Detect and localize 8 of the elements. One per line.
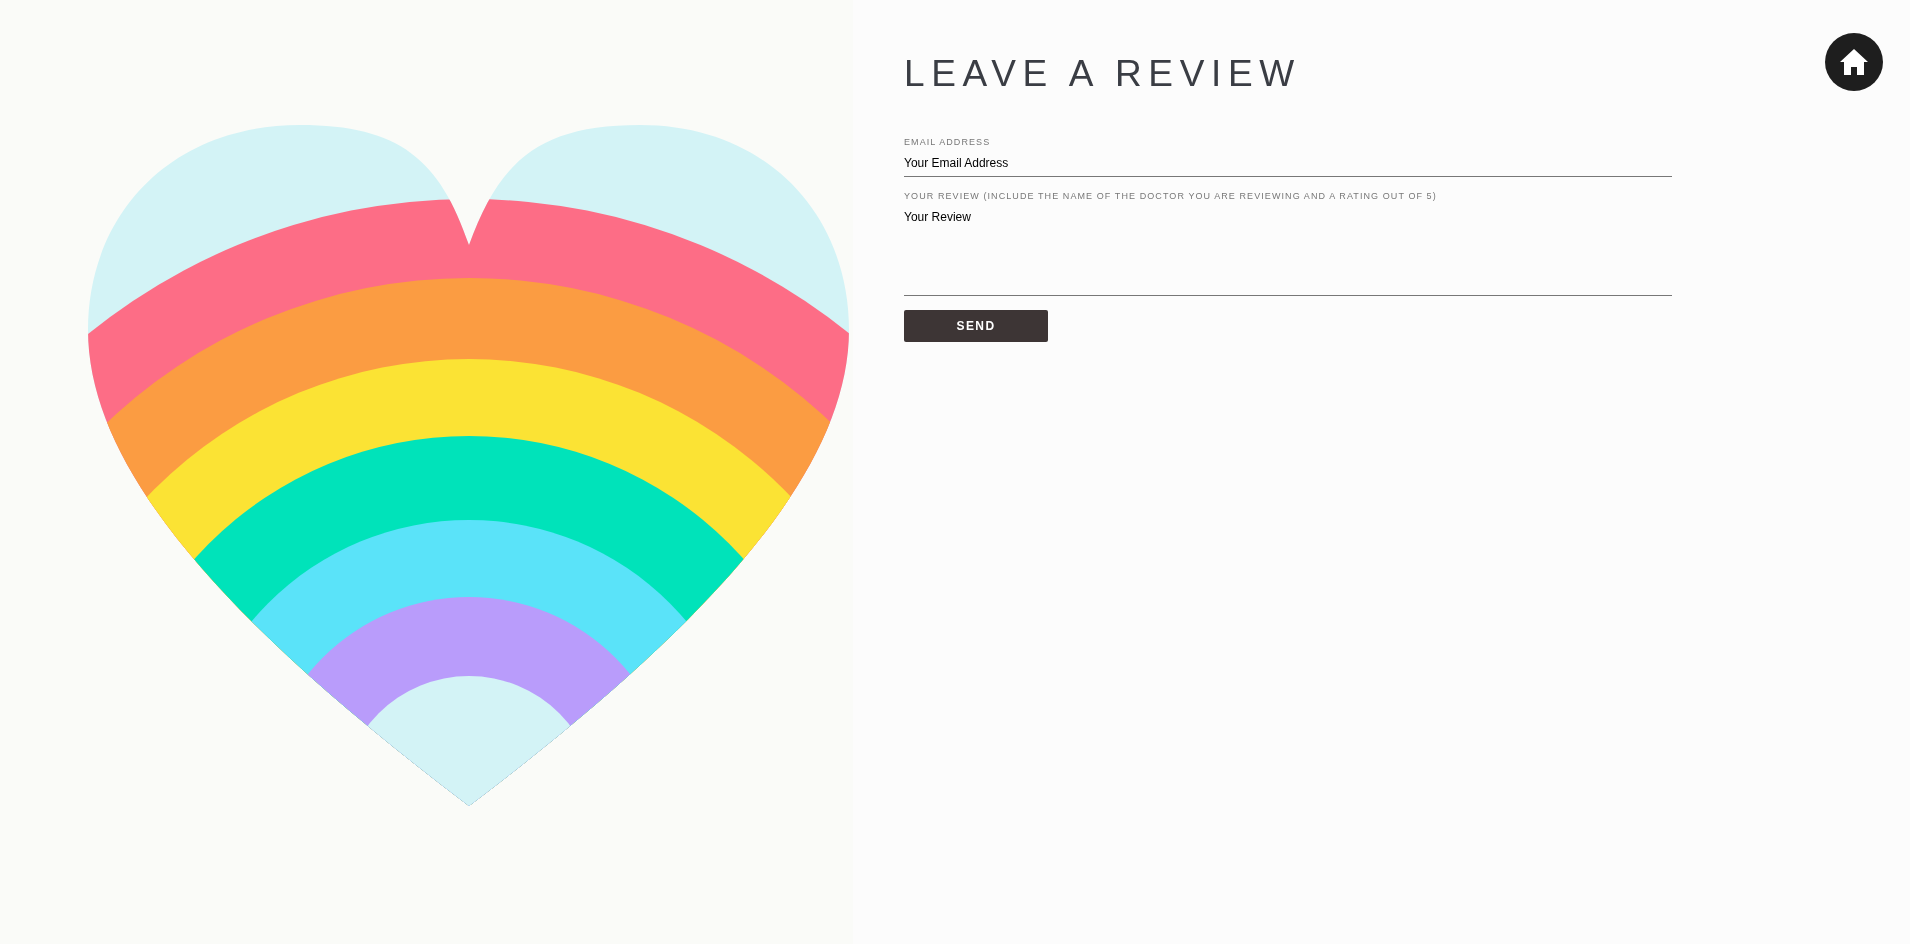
home-button[interactable]	[1825, 33, 1883, 91]
field-label: YOUR REVIEW (INCLUDE THE NAME OF THE DOCTOR YOU ARE REVIEWING AND A RATING OUT OF 5)	[904, 189, 1437, 203]
review-field[interactable]: Your Review	[904, 208, 1672, 296]
send-button[interactable]: SEND	[904, 310, 1048, 342]
email-field[interactable]: Your Email Address	[904, 154, 1672, 177]
home-icon	[1839, 48, 1869, 76]
page-heading: LEAVE A REVIEW	[904, 55, 1301, 92]
field-label: EMAIL ADDRESS	[904, 136, 991, 149]
